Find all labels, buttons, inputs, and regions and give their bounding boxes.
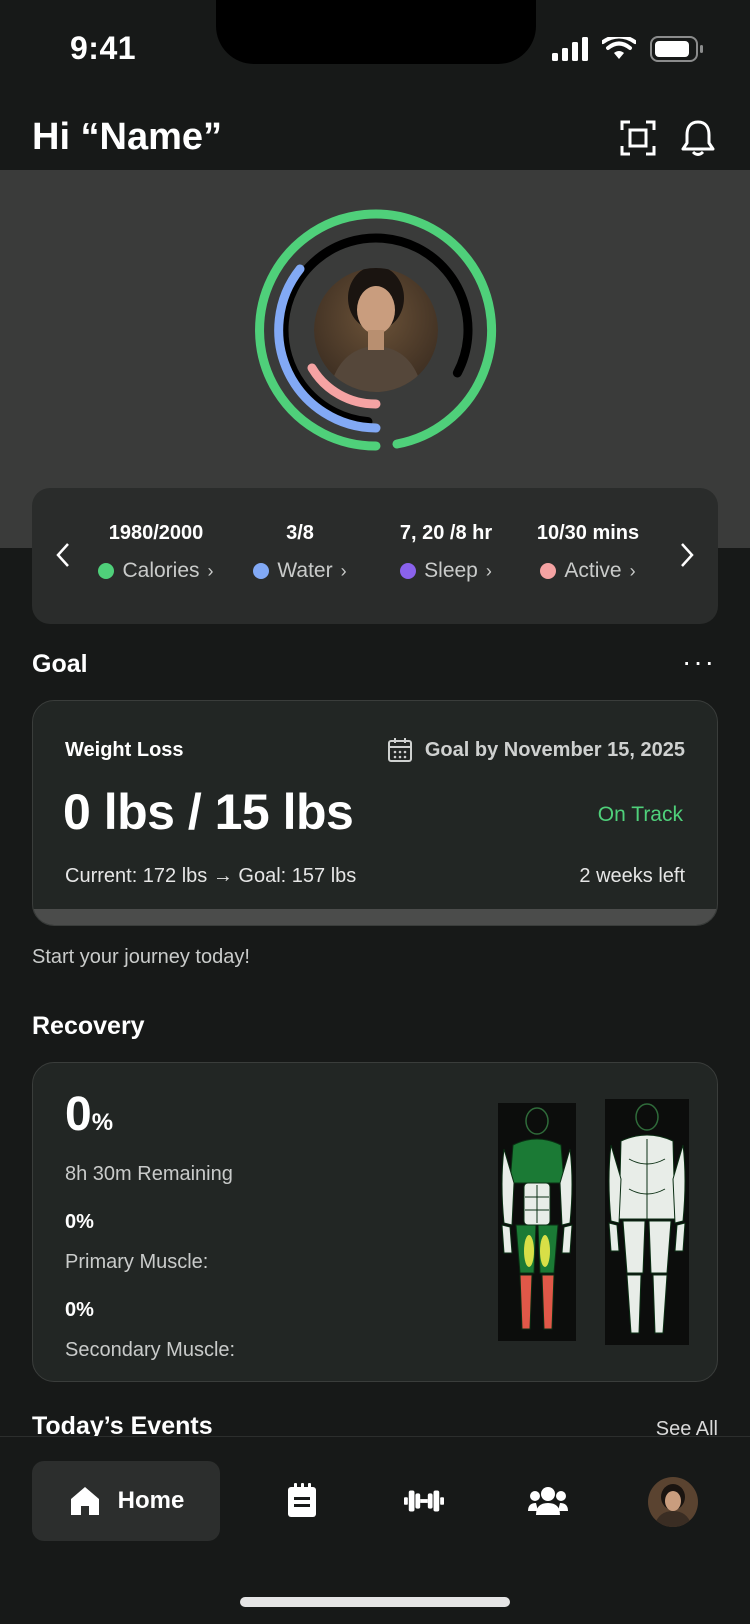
stat-sleep-label: Sleep: [424, 559, 478, 582]
chevron-left-icon: [56, 543, 69, 567]
home-icon: [70, 1487, 99, 1515]
primary-muscle-label: Primary Muscle:: [65, 1251, 209, 1273]
chevron-right-icon: ›: [629, 560, 636, 581]
stats-next-button[interactable]: [672, 530, 702, 580]
status-icons: [552, 36, 704, 62]
goal-progress-bar: [33, 909, 717, 925]
greeting-title: Hi “Name”: [32, 116, 223, 158]
home-indicator: [240, 1597, 510, 1607]
stat-active[interactable]: 10/30 mins Active ›: [518, 522, 658, 583]
stat-calories[interactable]: 1980/2000 Calories ›: [86, 522, 226, 583]
stat-water-value: 3/8: [286, 522, 314, 544]
more-options-icon[interactable]: ···: [682, 648, 716, 676]
chevron-right-icon: ›: [207, 560, 214, 581]
status-time: 9:41: [70, 30, 137, 66]
chevron-right-icon: ›: [485, 560, 492, 581]
scan-icon[interactable]: [618, 118, 658, 158]
stat-calories-value: 1980/2000: [108, 522, 204, 544]
users-icon: [528, 1487, 568, 1515]
nav-log-tab[interactable]: [282, 1481, 322, 1521]
goal-amount: 0 lbs / 15 lbs: [63, 784, 354, 840]
primary-muscle-value: 0%: [65, 1211, 94, 1233]
dumbbell-icon: [404, 1490, 444, 1512]
nav-community-tab[interactable]: [528, 1481, 568, 1521]
sleep-dot-icon: [400, 563, 417, 579]
goal-date-text: Goal by November 15, 2025: [424, 738, 685, 761]
stat-active-label: Active: [564, 559, 622, 582]
activity-rings[interactable]: [244, 198, 508, 462]
signal-icon: [552, 37, 588, 61]
goal-section-title: Goal: [32, 650, 88, 678]
nav-home-label: Home: [117, 1487, 185, 1514]
goal-time-left: 2 weeks left: [579, 865, 685, 887]
stat-water[interactable]: 3/8 Water ›: [230, 522, 370, 583]
stat-water-label: Water: [277, 559, 333, 582]
recovery-percent-value: 0: [65, 1088, 92, 1141]
calories-dot-icon: [98, 563, 115, 579]
calendar-icon: [387, 738, 412, 762]
muscle-map-front[interactable]: [498, 1103, 576, 1341]
recovery-remaining: 8h 30m Remaining: [65, 1163, 233, 1185]
daily-stats-card: 1980/2000 Calories › 3/8 Water › 7, 20 /…: [32, 488, 718, 624]
chevron-right-icon: [681, 543, 694, 567]
status-bar: 9:41: [0, 0, 750, 100]
bell-icon[interactable]: [678, 118, 718, 158]
stat-active-value: 10/30 mins: [536, 522, 640, 544]
water-dot-icon: [253, 563, 270, 579]
secondary-muscle-label: Secondary Muscle:: [65, 1339, 236, 1361]
wifi-icon: [602, 37, 636, 59]
recovery-section-title: Recovery: [32, 1012, 145, 1040]
secondary-muscle-value: 0%: [65, 1299, 94, 1321]
stat-sleep-value: 7, 20 /8 hr: [399, 522, 493, 544]
recovery-card[interactable]: 0% 8h 30m Remaining 0% Primary Muscle: 0…: [32, 1062, 718, 1382]
active-dot-icon: [540, 563, 557, 579]
goal-card[interactable]: Weight Loss Goal by November 15, 2025 0 …: [32, 700, 718, 926]
stat-calories-label: Calories: [122, 559, 200, 582]
goal-type: Weight Loss: [65, 739, 184, 761]
goal-date: Goal by November 15, 2025: [387, 737, 685, 763]
notepad-icon: [288, 1483, 316, 1517]
device-notch: [216, 0, 536, 64]
recovery-percent: 0%: [65, 1087, 113, 1142]
avatar: [648, 1477, 698, 1527]
nav-workout-tab[interactable]: [404, 1481, 444, 1521]
nav-home-tab[interactable]: Home: [32, 1461, 220, 1541]
goal-status-badge: On Track: [597, 803, 683, 826]
header: Hi “Name”: [0, 110, 750, 170]
stat-sleep[interactable]: 7, 20 /8 hr Sleep ›: [376, 522, 516, 583]
chevron-right-icon: ›: [340, 560, 347, 581]
nav-profile-avatar[interactable]: [648, 1477, 698, 1527]
muscle-map-back[interactable]: [605, 1099, 689, 1345]
journey-message: Start your journey today!: [32, 946, 250, 968]
recovery-percent-sign: %: [91, 1109, 114, 1136]
goal-current-weight: Current: 172 lbs → Goal: 157 lbs: [65, 865, 357, 887]
bottom-nav: Home: [0, 1436, 750, 1624]
profile-avatar: [314, 268, 438, 392]
battery-icon: [650, 36, 703, 62]
stats-prev-button[interactable]: [48, 530, 78, 580]
